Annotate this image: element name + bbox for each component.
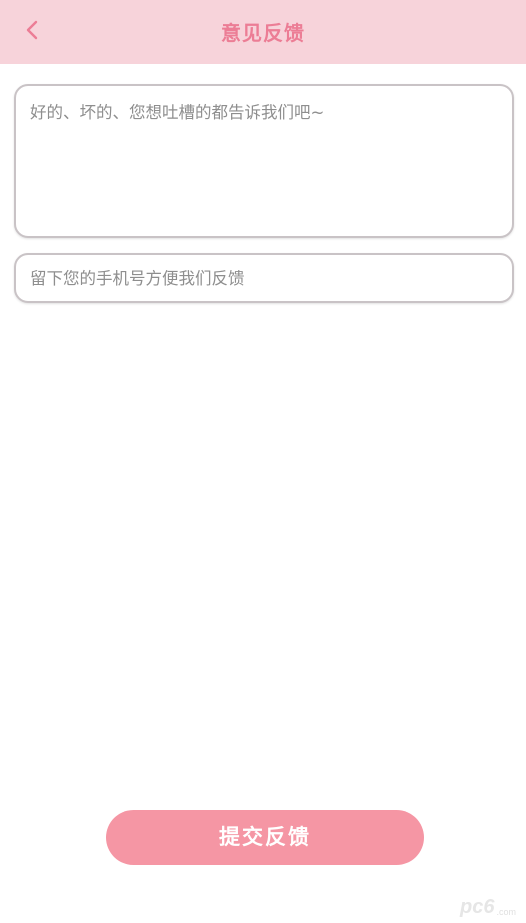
- feedback-page: 意见反馈 提交反馈 pc6 .com: [0, 0, 526, 923]
- phone-input-container: [14, 253, 514, 303]
- watermark-text: pc6: [460, 896, 495, 918]
- watermark-logo: pc6 .com: [416, 893, 516, 917]
- submit-feedback-button[interactable]: 提交反馈: [106, 810, 424, 865]
- watermark-sub: .com: [496, 907, 516, 917]
- phone-input[interactable]: [16, 255, 512, 301]
- page-title: 意见反馈: [221, 21, 305, 45]
- back-button[interactable]: [12, 12, 52, 52]
- header-bar: 意见反馈: [0, 0, 526, 64]
- feedback-textarea[interactable]: [16, 86, 512, 236]
- feedback-textarea-container: [14, 84, 514, 238]
- chevron-left-icon: [24, 19, 40, 45]
